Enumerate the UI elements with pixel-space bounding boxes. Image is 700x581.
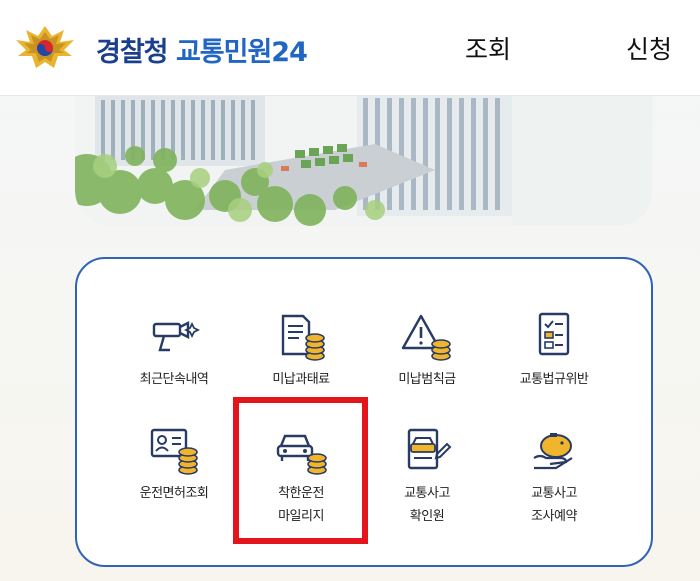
service-label: 최근단속내역 [139,372,209,387]
service-label-line1: 교통사고 [531,486,577,501]
service-label-line2: 확인원 [409,509,445,524]
police-emblem-icon[interactable] [14,22,76,72]
service-label: 교통법규위반 [519,372,589,387]
service-traffic-violation[interactable]: 교통법규위반 [489,310,619,391]
service-label: 운전면허조회 [139,486,209,501]
service-unpaid-fine[interactable]: 미납과태료 [236,310,366,391]
camera-icon [152,321,201,352]
service-safe-driving-mileage[interactable]: 착한운전 마일리지 [236,424,366,528]
service-recent-enforcement[interactable]: 최근단속내역 [109,310,239,391]
logo-agency-name: 경찰청 [96,37,169,68]
service-accident-reservation[interactable]: 교통사고 조사예약 [489,424,619,528]
site-logo-text[interactable]: 경찰청 교통민원24 [96,30,308,69]
nav-apply[interactable]: 신청 [626,30,672,66]
checklist-icon [538,312,570,356]
service-license-lookup[interactable]: 운전면허조회 [109,424,239,505]
service-accident-certificate[interactable]: 교통사고 확인원 [362,424,492,528]
site-header: 경찰청 교통민원24 조회 신청 [0,0,700,96]
service-label-line2: 조사예약 [531,509,577,524]
nav-search[interactable]: 조회 [465,30,511,66]
service-label-line1: 교통사고 [404,486,450,501]
logo-service-name: 교통민원24 [175,37,308,68]
document-coins-icon [281,314,325,361]
service-label-line1: 착한운전 [278,486,324,501]
car-document-icon [407,428,452,470]
warning-coins-icon [401,314,451,361]
car-coins-icon [276,434,327,475]
service-label: 미납과태료 [272,372,330,387]
service-label: 미납범칙금 [398,372,456,387]
id-card-coins-icon [150,428,198,475]
piggy-bank-icon [533,433,573,470]
service-label-line2: 마일리지 [278,509,324,524]
service-unpaid-penalty[interactable]: 미납범칙금 [362,310,492,391]
